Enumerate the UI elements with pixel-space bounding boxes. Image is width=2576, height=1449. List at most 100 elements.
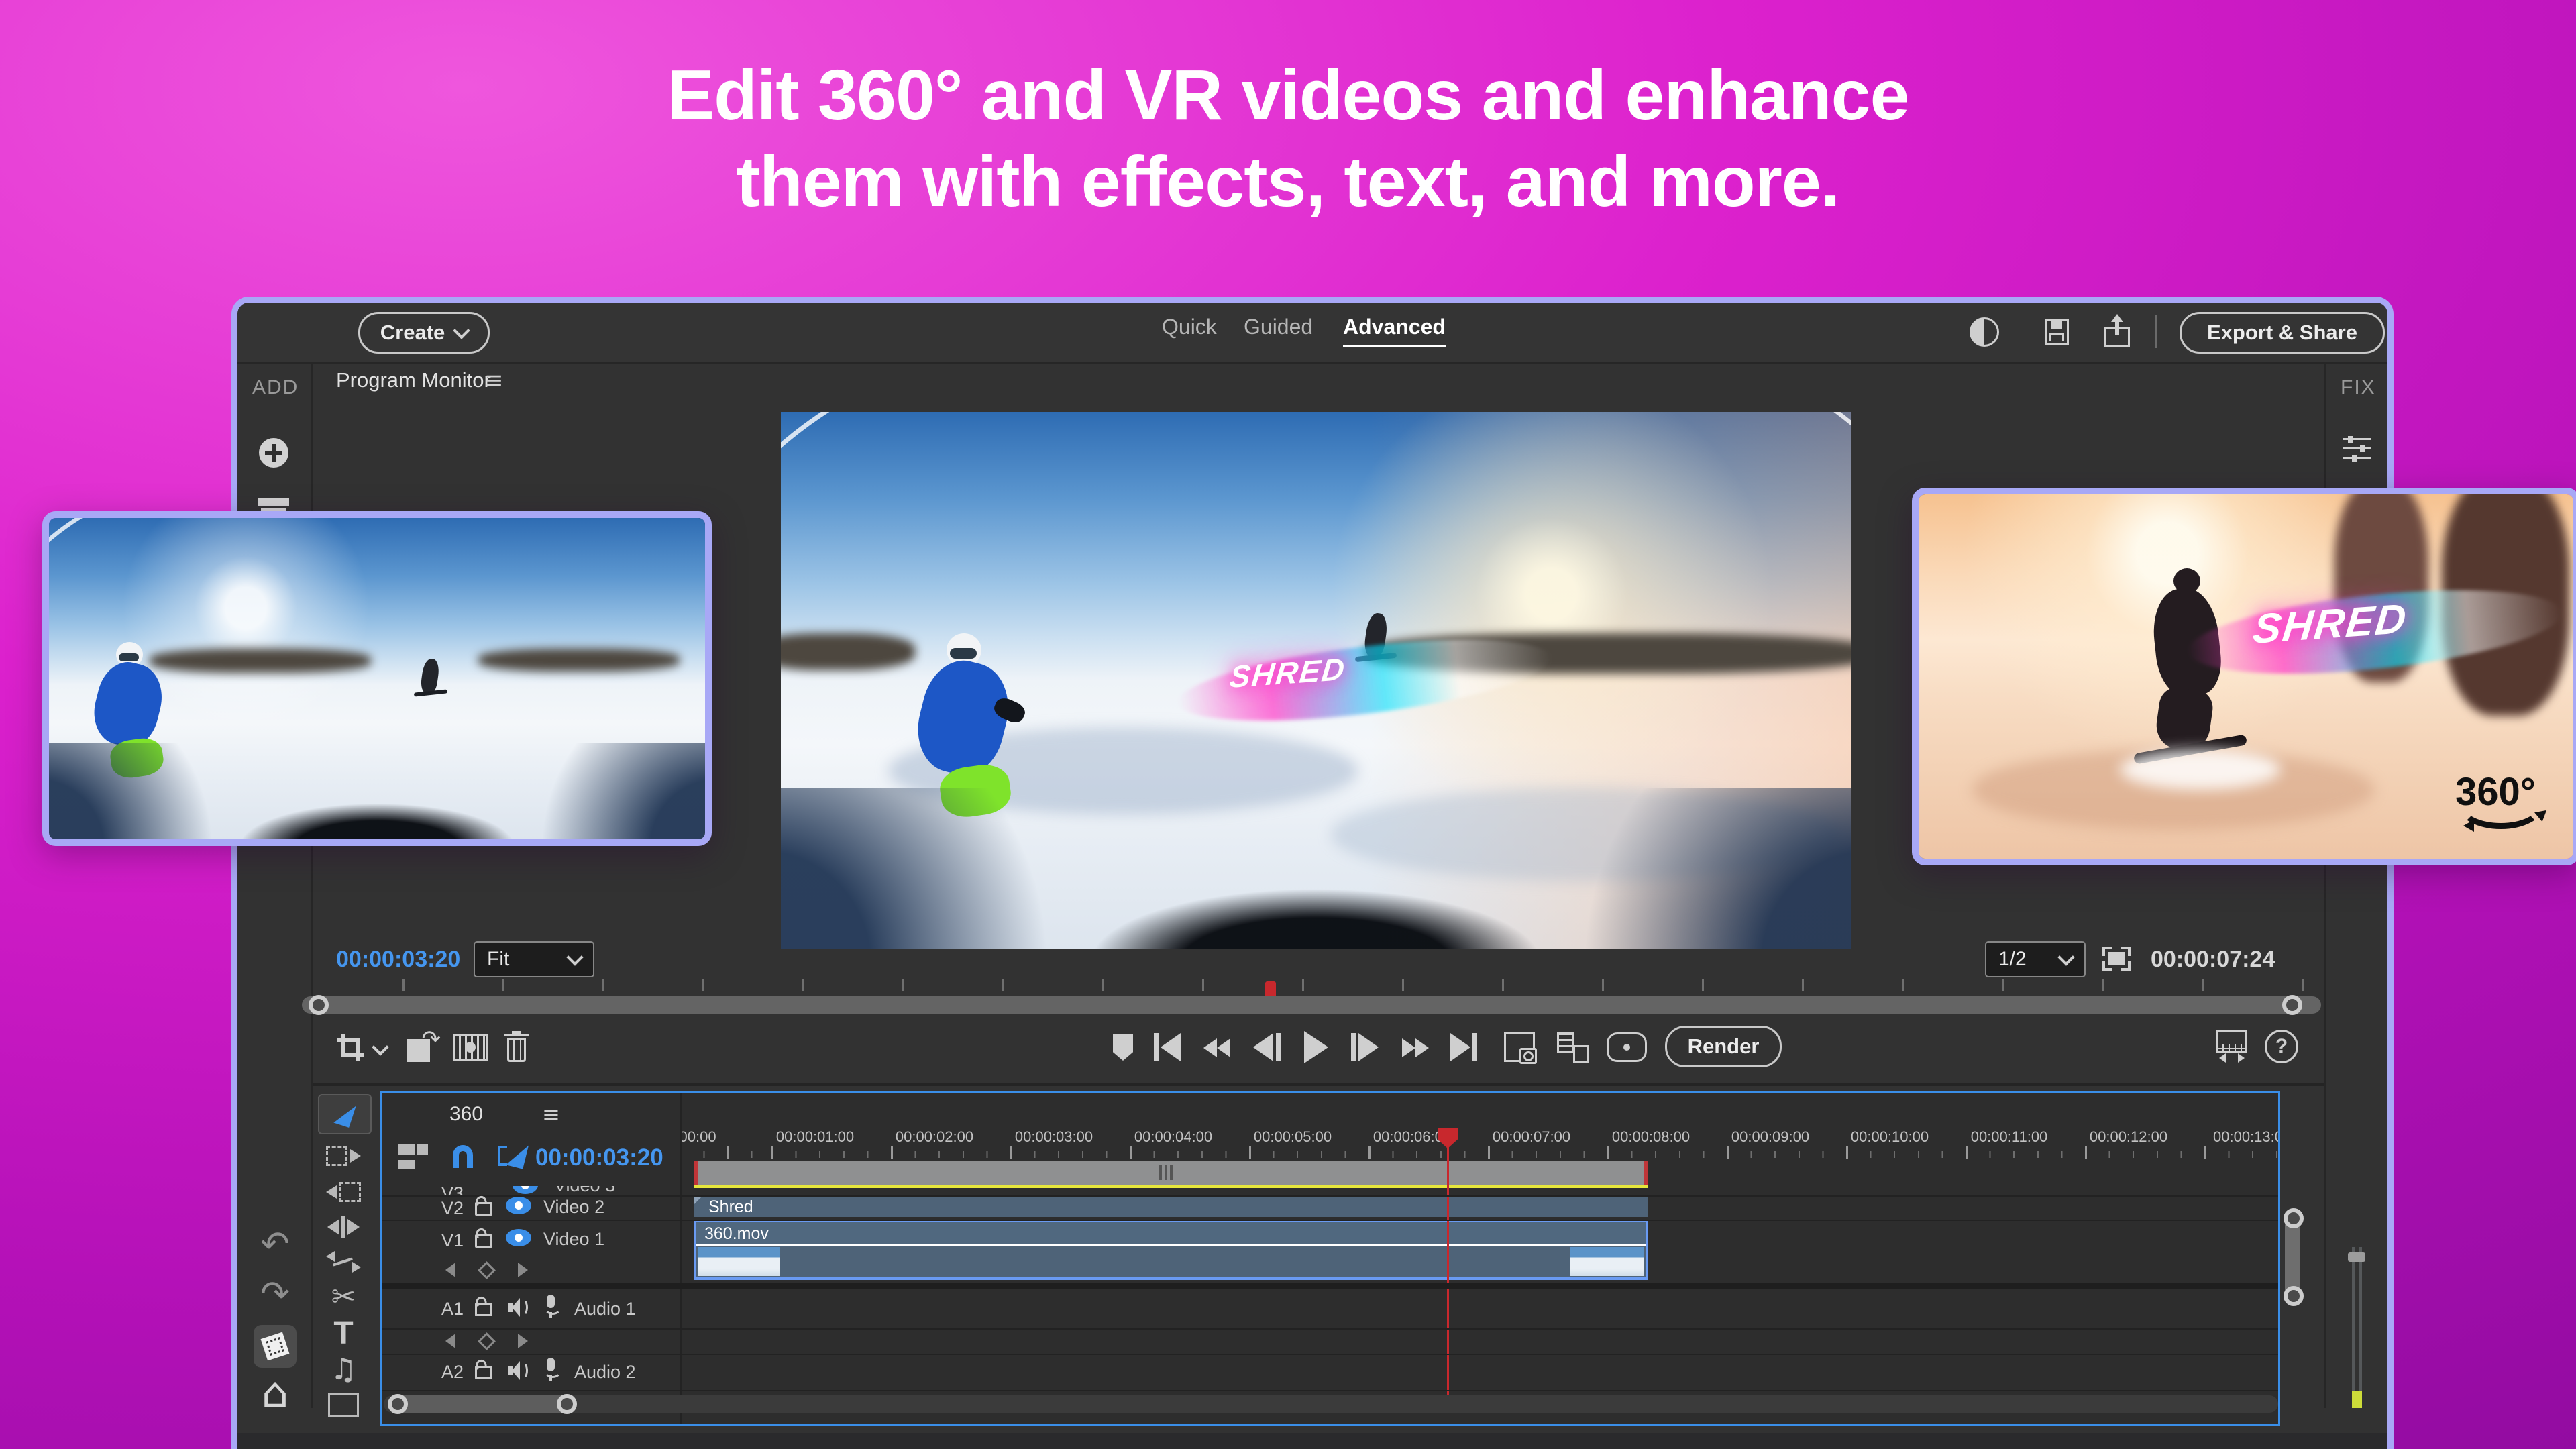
track-header-v3[interactable]: V3 Video 3 xyxy=(382,1186,680,1195)
vr-view-icon[interactable] xyxy=(1606,1031,1648,1063)
lock-icon[interactable] xyxy=(475,1366,492,1379)
slip-slide-tool[interactable] xyxy=(318,1246,369,1278)
h-zoom-handle-left[interactable] xyxy=(388,1394,408,1414)
tab-quick[interactable]: Quick xyxy=(1162,315,1217,339)
timeline-v-scrollbar[interactable] xyxy=(2285,1210,2300,1305)
add-marker-icon[interactable] xyxy=(1110,1031,1136,1063)
tab-guided[interactable]: Guided xyxy=(1244,315,1313,339)
track-name: Video 1 xyxy=(543,1229,604,1250)
track-name: Video 3 xyxy=(554,1186,615,1195)
meter-handle[interactable] xyxy=(2348,1252,2365,1262)
shape-tool[interactable] xyxy=(318,1389,369,1421)
lock-icon[interactable] xyxy=(475,1202,492,1216)
crop-icon[interactable] xyxy=(333,1030,368,1065)
seek-handle-left[interactable] xyxy=(309,995,329,1015)
timeline-h-scrollbar[interactable] xyxy=(384,1395,2278,1413)
go-to-end-icon[interactable] xyxy=(1445,1031,1483,1063)
next-keyframe-icon[interactable] xyxy=(513,1261,533,1279)
play-icon[interactable] xyxy=(1301,1031,1331,1063)
crop-options-chevron-icon[interactable] xyxy=(369,1038,392,1061)
eye-icon[interactable] xyxy=(506,1197,531,1214)
clip-shred[interactable]: Shred xyxy=(694,1195,1648,1217)
redo-icon[interactable]: ↷ xyxy=(256,1277,294,1311)
rewind-icon[interactable] xyxy=(1198,1034,1236,1062)
mic-icon[interactable] xyxy=(541,1293,561,1320)
undo-icon[interactable]: ↶ xyxy=(256,1227,294,1262)
lock-icon[interactable] xyxy=(475,1303,492,1316)
panel-divider xyxy=(313,1083,2324,1086)
view-page-select[interactable]: 1/2 xyxy=(1985,941,2086,977)
rotate-icon[interactable]: ↷ xyxy=(404,1030,441,1065)
music-remix-tool[interactable]: ♫ xyxy=(318,1353,369,1385)
save-icon[interactable] xyxy=(2041,316,2073,348)
delete-icon[interactable] xyxy=(500,1028,533,1066)
h-zoom-handle-right[interactable] xyxy=(557,1394,577,1414)
track-select-right-tool[interactable] xyxy=(318,1140,369,1172)
panel-menu-icon[interactable]: ≡ xyxy=(484,367,504,394)
trim-tool[interactable] xyxy=(318,1211,369,1243)
go-to-start-icon[interactable] xyxy=(1148,1031,1186,1063)
track-select-left-tool[interactable] xyxy=(318,1176,369,1208)
create-button[interactable]: Create xyxy=(358,312,490,354)
track-id: A1 xyxy=(441,1299,464,1320)
app-window: Create Quick Guided Advanced xyxy=(231,297,2394,1449)
contrast-icon[interactable] xyxy=(1968,316,2000,348)
clip-360mov[interactable]: 360.mov xyxy=(694,1220,1648,1280)
lock-icon[interactable] xyxy=(475,1234,492,1248)
selection-follows-playhead-icon[interactable] xyxy=(495,1140,530,1173)
track-header-a1[interactable]: A1 Audio 1 xyxy=(382,1289,680,1328)
speaker-icon[interactable] xyxy=(504,1358,531,1383)
zoom-tool-icon[interactable] xyxy=(2214,1027,2250,1066)
nadir-vignette xyxy=(49,743,705,839)
next-keyframe-icon[interactable] xyxy=(513,1332,533,1350)
monitor-timecode[interactable]: 00:00:03:20 xyxy=(336,947,460,973)
snap-magnet-icon[interactable] xyxy=(447,1140,479,1173)
adjustments-sliders-icon[interactable] xyxy=(2341,434,2373,464)
prev-keyframe-icon[interactable] xyxy=(440,1332,460,1350)
playhead-line[interactable] xyxy=(1447,1128,1449,1397)
track-header-a2[interactable]: A2 Audio 2 xyxy=(382,1354,680,1390)
window-bottom-bar xyxy=(237,1433,2387,1449)
render-button[interactable]: Render xyxy=(1665,1026,1782,1067)
seek-handle-right[interactable] xyxy=(2282,995,2302,1015)
prev-keyframe-icon[interactable] xyxy=(440,1261,460,1279)
fast-forward-icon[interactable] xyxy=(1397,1034,1434,1062)
add-media-icon[interactable] xyxy=(258,437,290,469)
freeze-frame-icon[interactable] xyxy=(1500,1030,1539,1065)
eye-icon[interactable] xyxy=(506,1229,531,1246)
video-editor-mode-icon[interactable] xyxy=(254,1325,297,1368)
time-stretch-icon[interactable] xyxy=(451,1030,490,1065)
track-header-v2[interactable]: V2 Video 2 xyxy=(382,1195,680,1220)
tab-advanced[interactable]: Advanced xyxy=(1343,315,1446,347)
add-keyframe-icon[interactable] xyxy=(476,1332,496,1350)
frame-forward-icon[interactable] xyxy=(1347,1031,1382,1063)
eye-icon[interactable] xyxy=(513,1186,538,1194)
frame-back-icon[interactable] xyxy=(1249,1031,1284,1063)
track-name: Audio 2 xyxy=(574,1362,636,1383)
speaker-icon[interactable] xyxy=(504,1295,531,1320)
track-name: Audio 1 xyxy=(574,1299,636,1320)
zoom-level-select[interactable]: Fit xyxy=(474,941,594,977)
work-area-bar[interactable] xyxy=(694,1161,1648,1185)
help-icon[interactable]: ? xyxy=(2263,1028,2300,1065)
marketing-banner: Edit 360° and VR videos and enhance them… xyxy=(0,0,2576,1449)
audio-meter-left xyxy=(2352,1247,2355,1408)
track-layout-icon[interactable] xyxy=(396,1142,431,1171)
timeline-tab-360[interactable]: 360 xyxy=(449,1103,483,1126)
monitor-seek-bar[interactable] xyxy=(302,996,2321,1014)
create-clip-icon[interactable] xyxy=(1554,1030,1593,1065)
fullscreen-icon[interactable] xyxy=(2099,941,2134,976)
mic-icon[interactable] xyxy=(541,1356,561,1383)
export-share-button[interactable]: Export & Share xyxy=(2180,312,2385,354)
razor-tool[interactable]: ✂ xyxy=(318,1281,369,1313)
timeline-menu-icon[interactable]: ≡ xyxy=(542,1102,560,1127)
track-header-v1[interactable]: V1 Video 1 xyxy=(382,1220,680,1283)
home-icon[interactable]: ⌂ xyxy=(255,1373,295,1413)
add-keyframe-icon[interactable] xyxy=(476,1261,496,1279)
timeline-timecode[interactable]: 00:00:03:20 xyxy=(535,1144,663,1171)
text-tool[interactable]: T xyxy=(318,1317,369,1349)
timeline-ruler[interactable]: :00:0000:00:01:0000:00:02:0000:00:03:000… xyxy=(682,1128,2278,1159)
headline-line1: Edit 360° and VR videos and enhance xyxy=(0,52,2576,139)
share-icon[interactable] xyxy=(2101,312,2133,350)
selection-tool[interactable] xyxy=(318,1094,372,1134)
